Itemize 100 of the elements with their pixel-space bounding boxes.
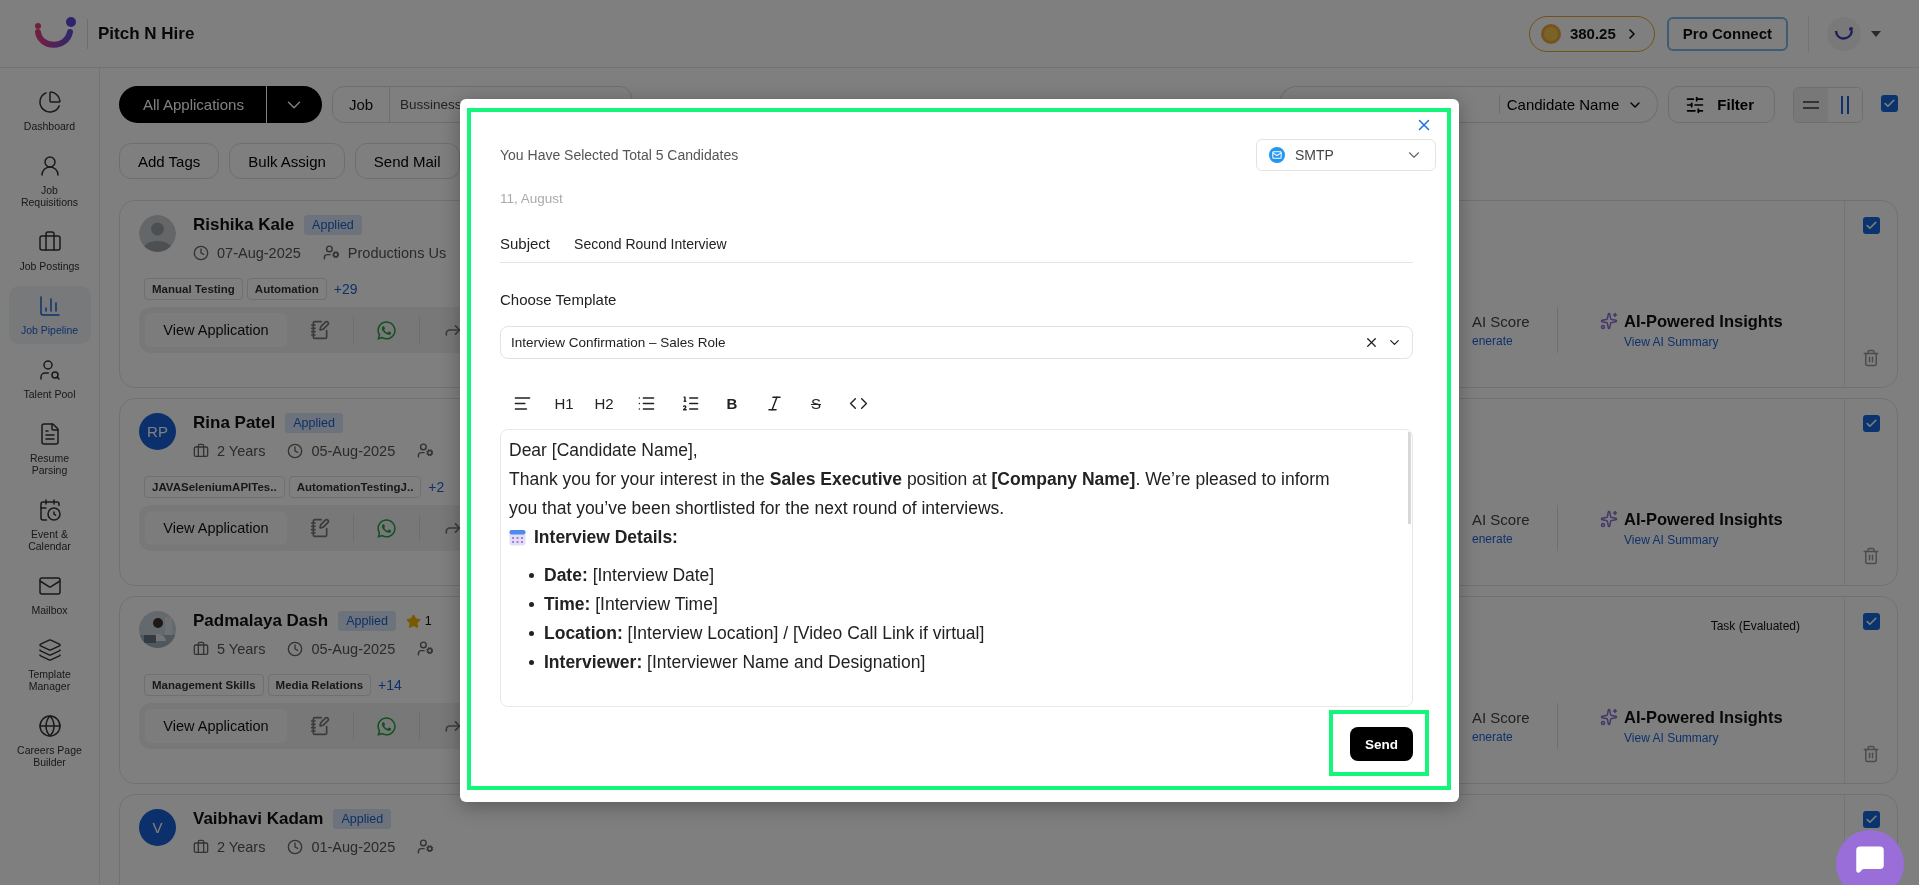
view-application-button[interactable]: View Application <box>145 511 287 545</box>
view-application-button[interactable]: View Application <box>145 709 287 743</box>
checkbox[interactable] <box>1862 217 1880 234</box>
bullet-dot <box>529 631 534 636</box>
sidebar-item[interactable]: Resume Parsing <box>8 414 91 484</box>
heading-button[interactable]: H2 <box>584 389 624 417</box>
send-button[interactable]: Send <box>1350 727 1413 761</box>
clear-icon[interactable] <box>1364 335 1379 350</box>
message-editor[interactable] <box>500 429 1413 707</box>
pro-connect-button[interactable]: Pro Connect <box>1666 16 1788 51</box>
sidebar-item[interactable]: Job Requisitions <box>8 146 91 216</box>
ai-score-label: AI Score <box>1472 312 1531 330</box>
star-icon <box>405 613 421 629</box>
job-label: Job <box>332 87 391 122</box>
clock-icon <box>287 838 304 855</box>
generate-link[interactable]: enerate <box>1472 333 1557 348</box>
horizontal-lines-icon <box>1803 100 1819 109</box>
view-summary-link[interactable]: View AI Summary <box>1624 532 1783 547</box>
status-badge: Applied <box>338 611 396 631</box>
sparkle-icon <box>1600 311 1618 330</box>
sidebar-item[interactable]: Mailbox <box>8 566 91 624</box>
sort-dropdown[interactable]: Candidate Name <box>1498 86 1659 123</box>
phone-chat-icon[interactable] <box>376 517 397 539</box>
calendar-clock-icon <box>37 498 62 522</box>
more-tags-link[interactable]: +2 <box>428 479 445 495</box>
date-text: 11, August <box>500 191 564 206</box>
applied-date: 05-Aug-2025 <box>311 640 396 657</box>
check-icon <box>1864 615 1878 628</box>
sidebar-item[interactable]: Job Postings <box>8 222 91 280</box>
applied-date: 01-Aug-2025 <box>311 838 396 855</box>
bulk-action-button[interactable]: Send Mail <box>354 143 460 179</box>
checkbox[interactable] <box>1881 95 1898 112</box>
caret-icon[interactable] <box>1871 30 1881 37</box>
notepad-icon[interactable] <box>310 320 330 340</box>
bold-button[interactable]: B <box>712 389 752 417</box>
sidebar-item[interactable]: Job Pipeline <box>8 286 91 344</box>
trash-icon[interactable] <box>1862 547 1880 565</box>
details-heading: Interview Details: <box>534 526 678 549</box>
skill-tag: Media Relations <box>267 674 372 696</box>
phone-chat-icon[interactable] <box>376 715 397 737</box>
briefcase-icon <box>193 640 209 657</box>
bulk-action-button[interactable]: Bulk Assign <box>229 143 345 179</box>
briefcase-icon <box>193 442 209 459</box>
insights-title: AI-Powered Insights <box>1624 509 1783 529</box>
checkbox[interactable] <box>1862 415 1880 432</box>
view-application-button[interactable]: View Application <box>145 313 287 347</box>
list-view-button[interactable] <box>1794 87 1828 122</box>
job-value: Bussiness <box>399 97 462 112</box>
account-avatar[interactable] <box>1827 16 1861 51</box>
coin-icon <box>1539 22 1562 45</box>
status-badge: Applied <box>285 413 343 433</box>
detail-item: Interviewer: [Interviewer Name and Designation] <box>544 651 926 674</box>
bullet-dot <box>529 660 534 665</box>
heading-button[interactable]: H1 <box>544 389 584 417</box>
ai-score-label: AI Score <box>1472 708 1531 726</box>
notepad-icon[interactable] <box>310 716 330 736</box>
more-tags-link[interactable]: +29 <box>333 281 358 297</box>
subject-field[interactable]: Second Round Interview <box>574 235 727 252</box>
template-label: Choose Template <box>500 291 618 308</box>
applied-date: 05-Aug-2025 <box>311 442 396 459</box>
sidebar-item[interactable]: Talent Pool <box>8 350 91 408</box>
generate-link[interactable]: enerate <box>1472 729 1557 744</box>
experience-text: 2 Years <box>217 838 266 855</box>
avatar-placeholder <box>139 215 176 252</box>
bulk-action-button[interactable]: Add Tags <box>119 143 220 179</box>
checkbox[interactable] <box>1862 811 1880 828</box>
check-icon <box>1864 417 1878 430</box>
skill-tag: JAVASeleniumAPITes.. <box>144 476 285 498</box>
trash-icon[interactable] <box>1862 349 1880 367</box>
sidebar-item[interactable]: Dashboard <box>8 82 91 140</box>
ai-score-label: AI Score <box>1472 510 1531 528</box>
generate-link[interactable]: enerate <box>1472 531 1557 546</box>
user-gear-icon <box>417 838 435 855</box>
filter-button[interactable]: Filter <box>1668 86 1775 123</box>
briefcase-icon <box>193 838 209 855</box>
view-selector[interactable]: All Applications <box>119 86 322 123</box>
vertical-lines-icon <box>1841 95 1849 114</box>
sidebar-item[interactable]: Event & Calendar <box>8 490 91 560</box>
skill-tag: Automation <box>246 278 327 300</box>
skill-tag: AutomationTestingJ.. <box>288 476 422 498</box>
checkbox[interactable] <box>1862 613 1880 630</box>
coins-button[interactable]: 380.25 <box>1528 15 1655 52</box>
avatar-initials: V <box>139 809 176 846</box>
template-select[interactable]: Interview Confirmation – Sales Role <box>500 326 1413 359</box>
notepad-icon[interactable] <box>310 518 330 538</box>
status-badge: Applied <box>304 215 362 235</box>
layers-icon <box>37 638 62 662</box>
trash-icon[interactable] <box>1862 745 1880 763</box>
phone-chat-icon[interactable] <box>376 319 397 341</box>
more-tags-link[interactable]: +14 <box>378 677 402 693</box>
check-icon <box>1883 97 1896 110</box>
sidebar-item[interactable]: Template Manager <box>8 630 91 700</box>
provider-dropdown[interactable]: SMTP <box>1256 139 1436 171</box>
view-summary-link[interactable]: View AI Summary <box>1624 334 1783 349</box>
avatar-initials: RP <box>139 413 176 450</box>
clock-icon <box>287 442 304 459</box>
strikethrough-button[interactable]: S <box>796 389 836 417</box>
sidebar-item[interactable]: Careers Page Builder <box>8 706 91 776</box>
view-summary-link[interactable]: View AI Summary <box>1624 730 1783 745</box>
status-badge: Applied <box>333 809 392 829</box>
